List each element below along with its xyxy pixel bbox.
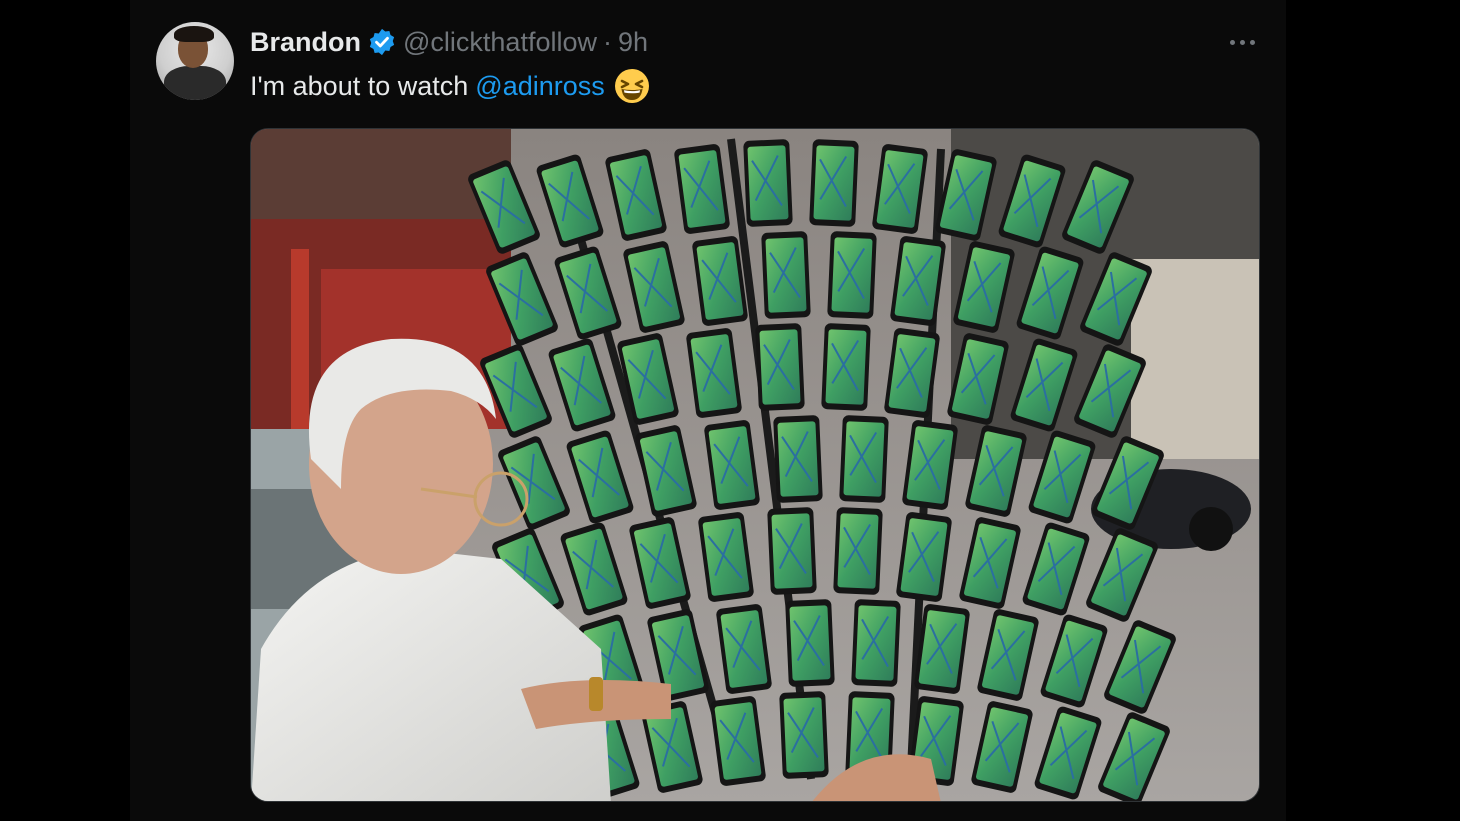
red-banner xyxy=(291,249,309,429)
screen: Brandon @clickthatfollow · 9h I'm about … xyxy=(0,0,1460,821)
post-text: I'm about to watch @adinross xyxy=(250,66,651,106)
phone xyxy=(833,507,883,595)
author-display-name[interactable]: Brandon xyxy=(250,27,361,58)
post-header: Brandon @clickthatfollow · 9h xyxy=(250,24,648,60)
phone xyxy=(839,415,889,503)
avatar[interactable] xyxy=(156,22,234,100)
phone xyxy=(785,599,835,687)
more-dot xyxy=(1249,39,1255,45)
scooter-wheel xyxy=(1189,507,1233,551)
post-photo[interactable] xyxy=(250,128,1260,802)
phone xyxy=(851,599,901,687)
avatar-body xyxy=(164,66,226,100)
phone xyxy=(743,139,793,227)
verified-badge-icon xyxy=(367,27,397,57)
phone xyxy=(761,231,811,319)
more-options-icon[interactable] xyxy=(1222,28,1262,56)
avatar-hair xyxy=(174,26,214,42)
grinning-squinting-face-icon xyxy=(613,67,651,105)
wristwatch xyxy=(589,677,603,711)
phone xyxy=(821,323,871,411)
phone xyxy=(773,415,823,503)
phone xyxy=(809,139,859,227)
mention-link[interactable]: @adinross xyxy=(475,71,604,102)
post-text-lead: I'm about to watch xyxy=(250,70,469,101)
more-dot xyxy=(1239,39,1245,45)
author-handle[interactable]: @clickthatfollow xyxy=(403,27,597,58)
post-timestamp[interactable]: 9h xyxy=(618,27,648,58)
phone xyxy=(827,231,877,319)
right-wall xyxy=(1131,259,1259,459)
more-dot xyxy=(1229,39,1235,45)
meta-separator: · xyxy=(602,26,612,57)
photo-illustration xyxy=(251,129,1259,801)
phone xyxy=(779,691,829,779)
phone xyxy=(755,323,805,411)
phone xyxy=(767,507,817,595)
